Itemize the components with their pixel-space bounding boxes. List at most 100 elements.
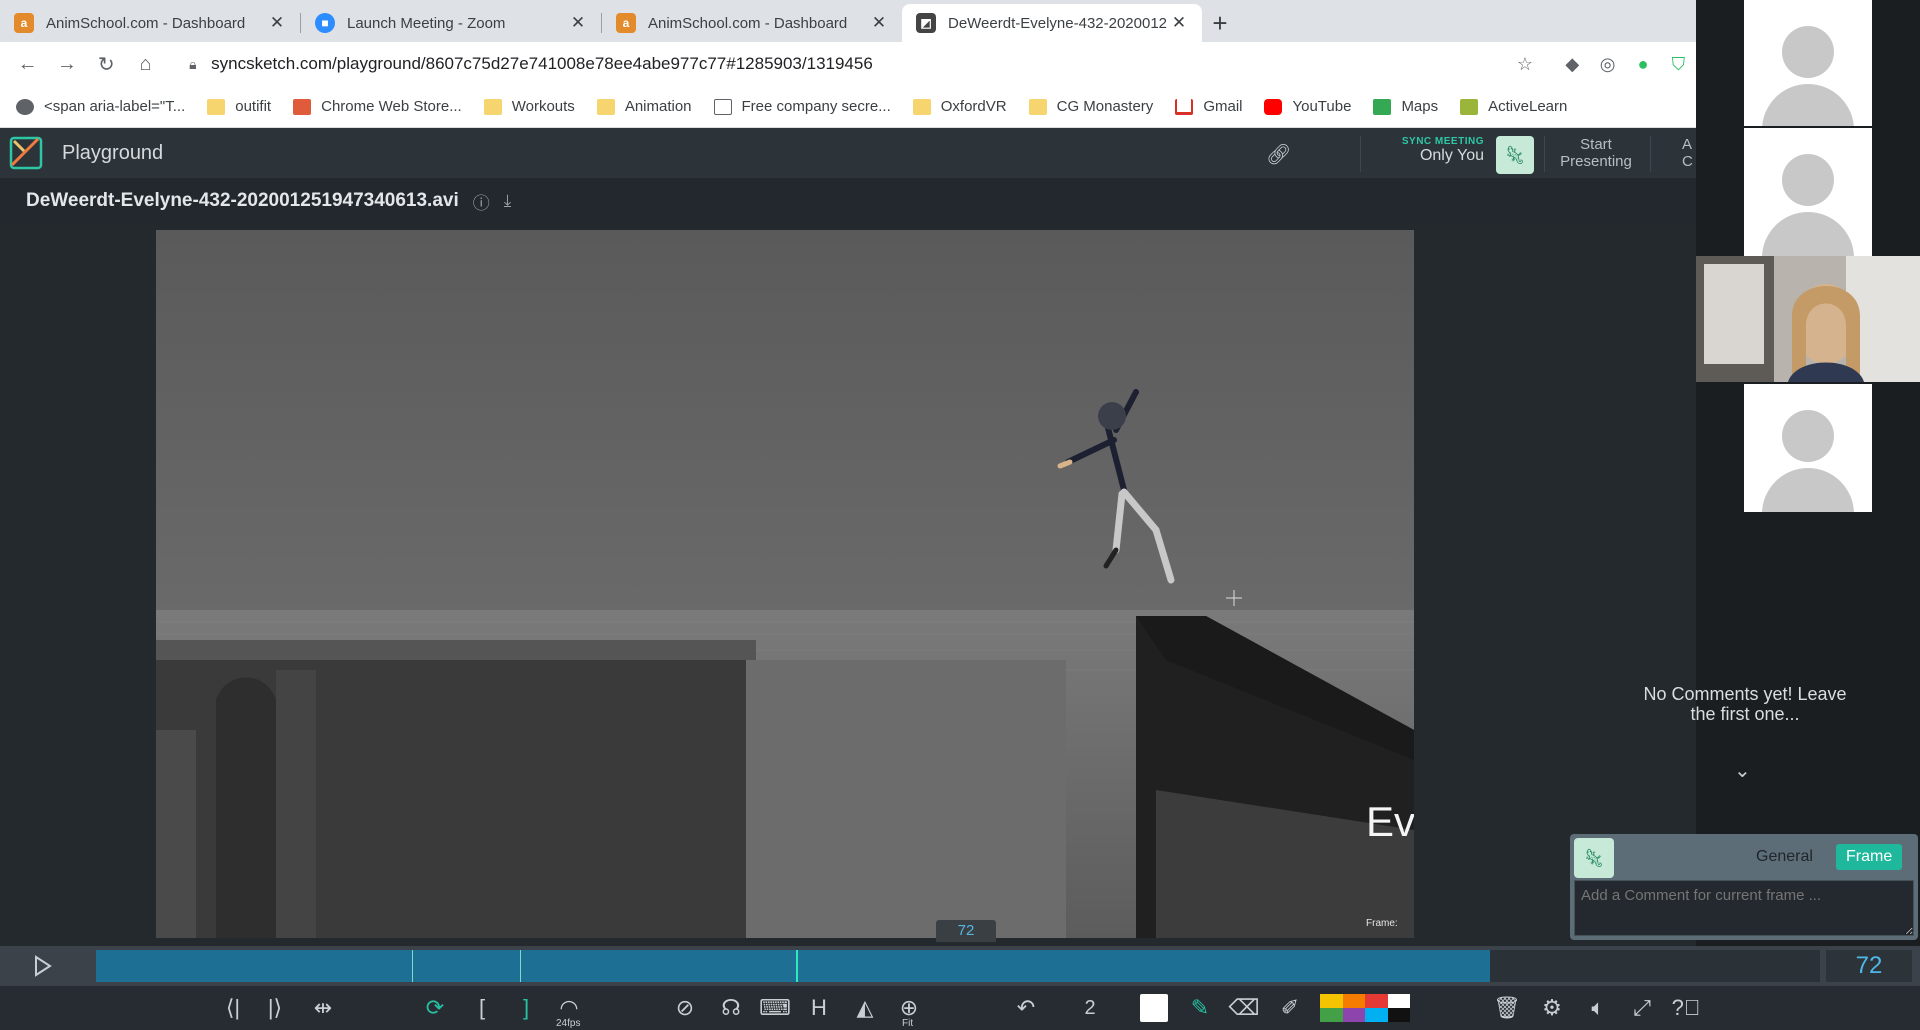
playback-speed-label: 24fps: [556, 1018, 581, 1029]
back-arrow-icon[interactable]: ←: [8, 44, 47, 84]
bookmark-item[interactable]: YouTube: [1264, 98, 1351, 115]
close-tab-icon[interactable]: ✕: [1170, 13, 1188, 33]
bookmark-item[interactable]: <span aria-label="T...: [16, 98, 185, 115]
eraser-icon[interactable]: ⌫: [1228, 994, 1259, 1022]
fullscreen-icon[interactable]: ⤢: [1628, 994, 1656, 1022]
timeline-segment-marker: [412, 950, 413, 982]
bookmark-item[interactable]: Chrome Web Store...: [293, 98, 462, 115]
dropbox-extension-icon[interactable]: ◆: [1555, 46, 1590, 82]
bookmark-item[interactable]: ActiveLearn: [1460, 98, 1567, 115]
in-point-icon[interactable]: [: [474, 994, 490, 1022]
zoom-favicon: ■: [315, 13, 335, 33]
ghost-icon[interactable]: ☊: [718, 994, 744, 1022]
file-name: DeWeerdt-Evelyne-432-2020012519473406​13…: [26, 190, 459, 211]
folder-icon: [1028, 98, 1047, 115]
header-button-cut-off[interactable]: A C: [1682, 136, 1696, 170]
pencil-icon[interactable]: ✎: [1186, 994, 1214, 1022]
browser-tab[interactable]: ■ Launch Meeting - Zoom ✕: [301, 4, 601, 42]
video-frame[interactable]: Evelyne Frame: 72: [156, 230, 1414, 938]
color-swatch[interactable]: [1387, 1008, 1410, 1022]
playhead[interactable]: [795, 950, 798, 982]
tab-title: AnimSchool.com - Dashboard: [648, 14, 848, 32]
chevron-down-icon[interactable]: ⌄: [1734, 758, 1751, 783]
syncsketch-logo-icon[interactable]: [8, 135, 44, 171]
browser-tab[interactable]: a AnimSchool.com - Dashboard ✕: [0, 4, 300, 42]
camera-feed-image: [1696, 256, 1920, 382]
hide-annotations-icon[interactable]: ⊘: [670, 994, 700, 1022]
bookmark-item[interactable]: Animation: [596, 98, 692, 115]
folder-icon: [483, 98, 502, 115]
user-avatar[interactable]: 🦎︎: [1496, 136, 1534, 174]
tab-frame[interactable]: Frame: [1836, 844, 1903, 870]
extension-icon[interactable]: ◎: [1590, 46, 1625, 82]
bookmark-item[interactable]: Gmail: [1175, 98, 1242, 115]
bookmark-item[interactable]: Free company secre...: [713, 98, 891, 115]
color-swatch[interactable]: [1365, 1008, 1388, 1022]
stroke-color-swatch[interactable]: [1140, 994, 1168, 1022]
shield-extension-icon[interactable]: ⛉: [1661, 46, 1696, 82]
help-icon[interactable]: ?⃝: [1672, 994, 1701, 1022]
participant-avatar-body: [1762, 468, 1854, 512]
color-swatch[interactable]: [1387, 994, 1410, 1008]
color-swatch[interactable]: [1320, 1008, 1343, 1022]
bookmark-item[interactable]: CG Monastery: [1028, 98, 1153, 115]
close-tab-icon[interactable]: ✕: [268, 13, 286, 33]
download-icon[interactable]: ⤓: [504, 191, 512, 211]
link-icon[interactable]: 🔗︎: [1266, 142, 1291, 166]
color-palette[interactable]: [1320, 994, 1410, 1022]
heading-tool[interactable]: H: [808, 994, 830, 1022]
forward-arrow-icon[interactable]: →: [47, 44, 86, 84]
bookmark-item[interactable]: outifit: [207, 98, 271, 115]
close-tab-icon[interactable]: ✕: [569, 13, 587, 33]
loop-icon[interactable]: ⟳: [420, 994, 450, 1022]
mirror-icon[interactable]: ◭: [850, 994, 880, 1022]
volume-icon[interactable]: 🔈︎: [1584, 994, 1612, 1022]
bookmark-star-icon[interactable]: ☆: [1507, 46, 1542, 82]
new-tab-plus-icon[interactable]: +: [1202, 4, 1238, 42]
sync-meeting-status[interactable]: SYNC MEETING Only You: [1372, 136, 1484, 165]
url-text: syncsketch.com/playground/8607c75d27e741…: [211, 54, 873, 73]
participant-tile[interactable]: [1744, 128, 1872, 256]
info-icon[interactable]: ⓘ: [473, 189, 490, 214]
close-tab-icon[interactable]: ✕: [870, 13, 888, 33]
bookmarks-bar: <span aria-label="T... outifit Chrome We…: [0, 86, 1696, 128]
compare-split-icon[interactable]: ⇹: [306, 994, 340, 1022]
app-title[interactable]: Playground: [62, 142, 163, 165]
undo-icon[interactable]: ↶: [1012, 994, 1040, 1022]
eyedropper-icon[interactable]: ✐: [1276, 994, 1304, 1022]
play-icon[interactable]: [30, 954, 54, 978]
browser-tab[interactable]: a AnimSchool.com - Dashboard ✕: [602, 4, 902, 42]
comment-input[interactable]: [1574, 880, 1914, 936]
screen: a AnimSchool.com - Dashboard ✕ ■ Launch …: [0, 0, 1920, 1030]
app-header: Playground 🔗︎ SYNC MEETING Only You 🦎︎ S…: [0, 128, 1696, 178]
home-icon[interactable]: ⌂: [126, 44, 165, 84]
trash-icon[interactable]: 🗑︎: [1493, 994, 1521, 1022]
keyboard-icon[interactable]: ⌨: [759, 994, 791, 1022]
start-presenting-button[interactable]: Start Presenting: [1556, 136, 1636, 170]
color-swatch[interactable]: [1365, 994, 1388, 1008]
bookmark-item[interactable]: Workouts: [483, 98, 575, 115]
gear-icon[interactable]: ⚙: [1538, 994, 1566, 1022]
color-swatch[interactable]: [1342, 994, 1365, 1008]
reload-icon[interactable]: ↻: [87, 44, 126, 84]
bookmark-item[interactable]: OxfordVR: [912, 98, 1007, 115]
color-swatch[interactable]: [1320, 994, 1343, 1008]
previous-frame-icon[interactable]: ⟨|: [220, 994, 246, 1022]
timeline-track[interactable]: [96, 950, 1490, 982]
evernote-extension-icon[interactable]: ●: [1625, 46, 1660, 82]
browser-tab-active[interactable]: ◩ DeWeerdt-Evelyne-432-2020012 ✕: [902, 4, 1202, 42]
tab-general[interactable]: General: [1746, 844, 1823, 870]
out-point-icon[interactable]: ]: [518, 994, 534, 1022]
color-swatch[interactable]: [1342, 1008, 1365, 1022]
stroke-size-value[interactable]: 2: [1082, 994, 1098, 1022]
next-frame-icon[interactable]: |⟩: [262, 994, 288, 1022]
maps-icon: [1373, 98, 1392, 115]
participant-tile[interactable]: [1744, 384, 1872, 512]
bookmark-item[interactable]: Maps: [1373, 98, 1438, 115]
url-field[interactable]: 🔒︎ syncsketch.com/playground/8607c75d27e…: [175, 47, 1492, 81]
participant-avatar-icon: [1782, 154, 1834, 206]
animschool-favicon: a: [616, 13, 636, 33]
current-frame-number[interactable]: 72: [1826, 950, 1912, 982]
participant-tile[interactable]: [1744, 0, 1872, 126]
participant-camera-video[interactable]: [1696, 256, 1920, 382]
